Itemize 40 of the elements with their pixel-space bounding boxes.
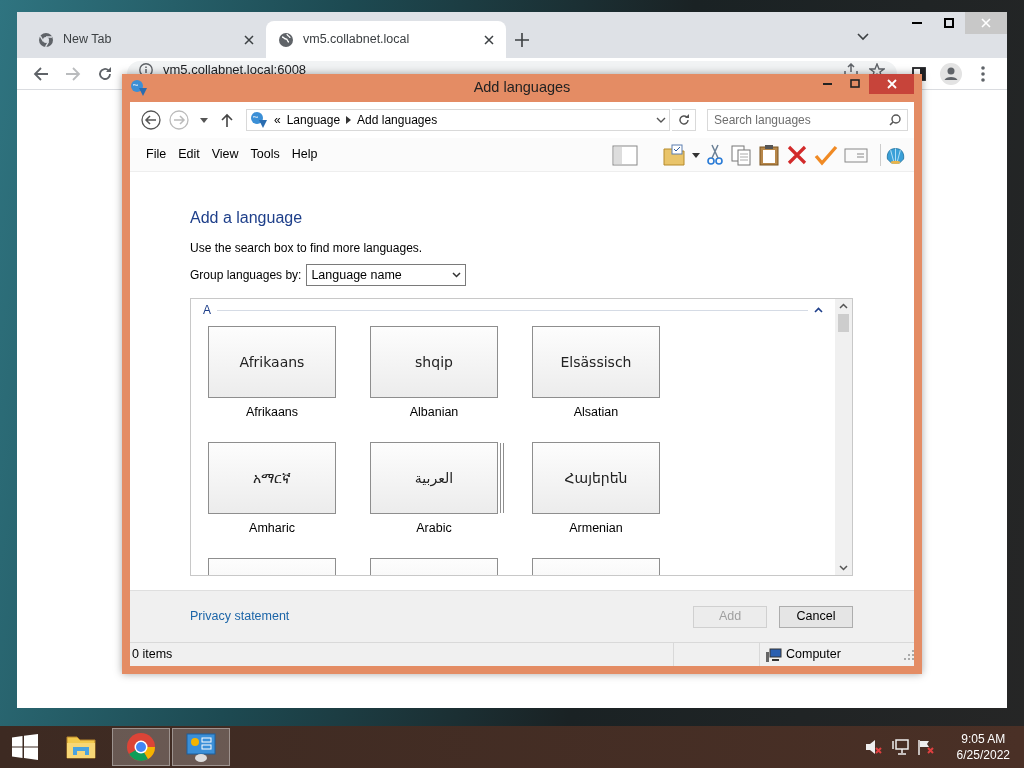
language-tile[interactable]: Afrikaans [208, 326, 336, 398]
menu-item[interactable]: File [140, 145, 173, 164]
breadcrumb-item[interactable]: Add languages [357, 111, 438, 129]
menu-item[interactable]: Help [285, 145, 324, 164]
dropdown-value: Language name [311, 266, 402, 284]
group-by-dropdown[interactable]: Language name [306, 264, 467, 286]
menu-item[interactable]: Edit [172, 145, 206, 164]
field-label: Group languages by: [190, 267, 302, 284]
language-name: Albanian [409, 405, 459, 419]
language-tile[interactable]: Elsässisch [532, 326, 660, 398]
search-field[interactable]: Search languages [707, 109, 908, 131]
language-tile[interactable]: Հայերեն [532, 442, 660, 514]
url-text: vm5.collabnet.local:6008 [163, 62, 307, 77]
language-name: Alsatian [573, 405, 619, 419]
search-input[interactable]: Search languages [714, 111, 889, 129]
clock-time: 9:05 AM [960, 731, 1007, 747]
breadcrumb-item[interactable]: Language [286, 111, 341, 129]
privacy-link[interactable]: Privacy statement [190, 607, 290, 626]
clock-date: 6/25/2022 [956, 747, 1010, 763]
language-name: Armenian [569, 521, 623, 535]
clock[interactable]: 9:05 AM 6/25/2022 [956, 731, 1010, 763]
tab-title: New Tab [63, 31, 113, 49]
address-bar[interactable]: « Language Add languages [246, 109, 670, 131]
group-letter: A [203, 302, 211, 319]
tab-title: vm5.collabnet.local [303, 31, 411, 49]
language-name: Afrikaans [245, 405, 299, 419]
language-tile[interactable]: አማርኛ [208, 442, 336, 514]
breadcrumb-overflow[interactable]: « [274, 111, 281, 129]
dialog-button[interactable]: Cancel [779, 605, 853, 628]
language-name: Arabic [416, 521, 452, 535]
zone-text: Computer [786, 646, 841, 664]
menu-item[interactable]: Tools [244, 145, 286, 164]
language-name: Amharic [249, 521, 295, 535]
status-text: 0 items [132, 646, 173, 664]
browser-tab[interactable]: New Tab [26, 21, 266, 58]
page-heading: Add a language [190, 208, 304, 228]
language-tile[interactable]: shqip [370, 326, 498, 398]
browser-tab[interactable]: vm5.collabnet.local [266, 21, 506, 58]
menu-item[interactable]: View [205, 145, 245, 164]
instruction-text: Use the search box to find more languages. [190, 240, 424, 256]
